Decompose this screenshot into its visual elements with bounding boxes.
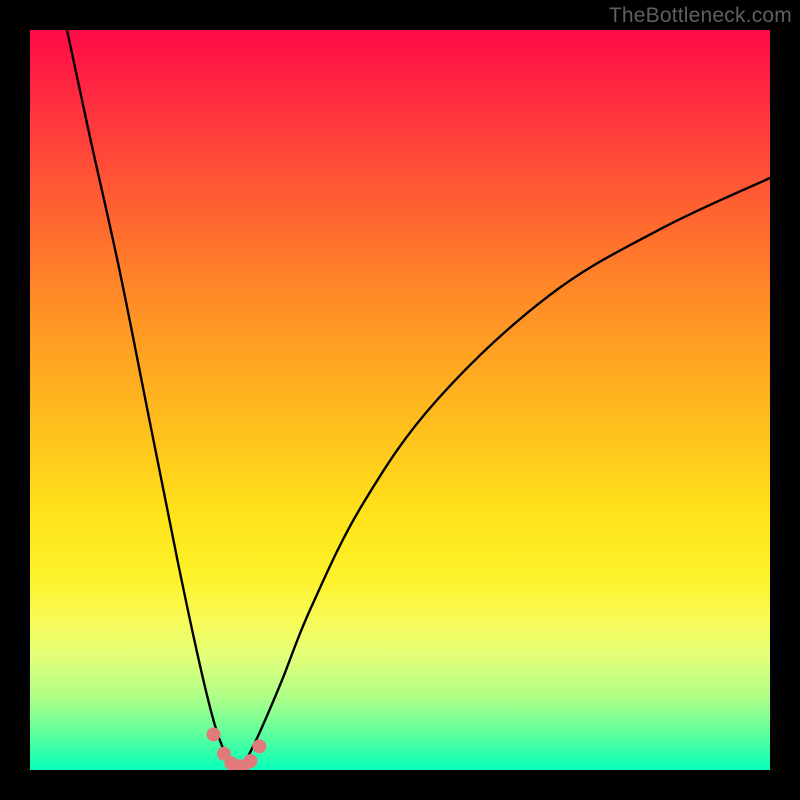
data-point-dot (252, 739, 266, 753)
data-point-dot (244, 754, 258, 768)
plot-area (30, 30, 770, 770)
watermark-text: TheBottleneck.com (609, 4, 792, 28)
curve-left-branch (67, 30, 237, 770)
data-points-cluster (207, 727, 267, 770)
curve-right-branch (237, 178, 770, 770)
chart-stage: TheBottleneck.com (0, 0, 800, 800)
bottleneck-curve (30, 30, 770, 770)
data-point-dot (207, 727, 221, 741)
